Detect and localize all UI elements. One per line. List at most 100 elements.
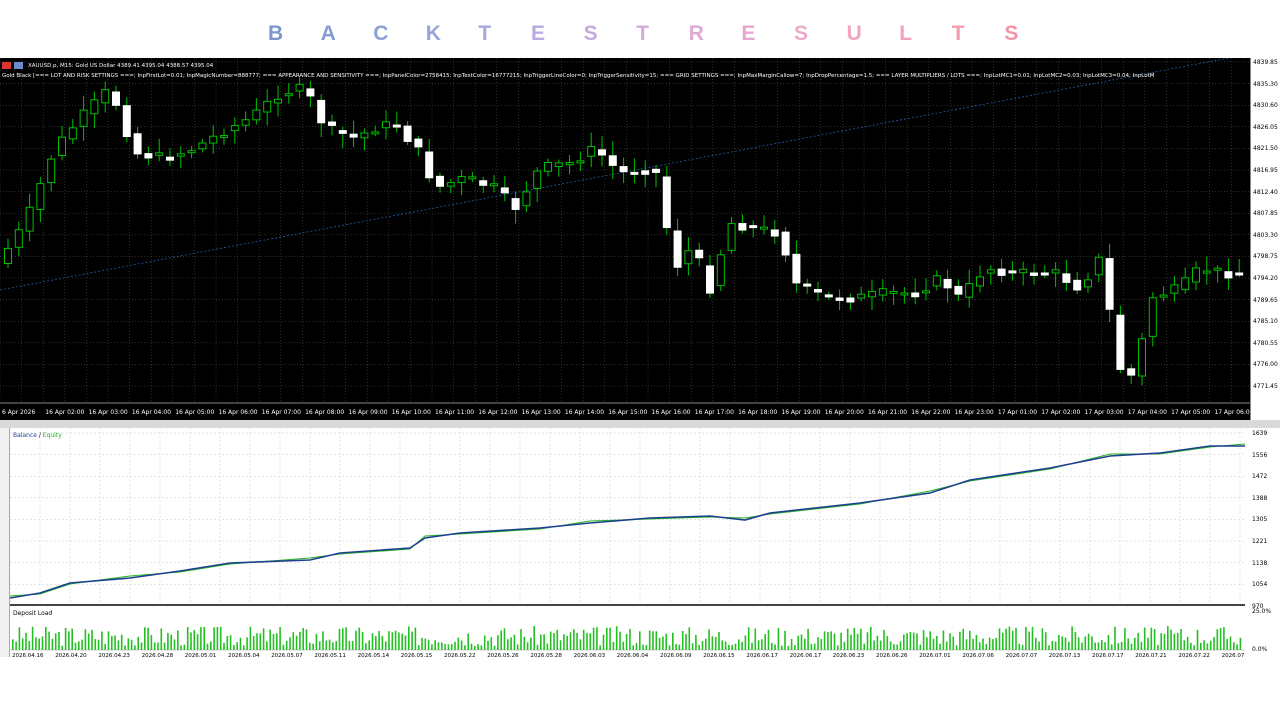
deposit-load-bar	[530, 637, 532, 650]
candle-body	[198, 142, 207, 150]
deposit-load-bar	[840, 632, 842, 650]
date-label: 2026.07.17	[1092, 653, 1124, 657]
deposit-load-bar	[672, 632, 674, 650]
date-label: 2026.06.17	[746, 653, 778, 657]
candle-body	[457, 175, 466, 183]
title-letter: S	[1004, 22, 1019, 45]
deposit-load-bar	[1120, 641, 1123, 650]
date-label: 2026.07.01	[919, 653, 951, 657]
candle-body	[295, 83, 304, 92]
candle-body	[619, 166, 628, 173]
deposit-load-bar	[1101, 639, 1103, 650]
deposit-scale-label: 0.0%	[1252, 646, 1268, 653]
deposit-load-bar	[807, 628, 809, 650]
deposit-load-bar	[381, 636, 384, 650]
deposit-load-bar	[94, 639, 97, 650]
candle-body	[824, 294, 833, 298]
candle-body	[425, 151, 434, 179]
deposit-load-bar	[596, 627, 598, 650]
price-chart[interactable]: 6 Apr 2026 16 Apr 02:00 16 Apr 03:00 16 Apr…	[0, 58, 1250, 420]
deposit-load-bar	[163, 642, 166, 650]
deposit-load-bar	[830, 631, 832, 650]
date-label: 2026.07.13	[1049, 653, 1081, 657]
deposit-load-bar	[708, 629, 710, 650]
deposit-load-bar	[711, 636, 714, 650]
candle-body	[58, 136, 66, 156]
price-scale[interactable]: 4839.85 4835.30 4830.60 4826.05 4821.50 4816.…	[1250, 58, 1280, 420]
candle-body	[986, 269, 995, 274]
deposit-load-bar	[437, 642, 440, 650]
date-label: 2026.07.22	[1178, 653, 1210, 657]
date-label: 2026.04.20	[55, 653, 87, 657]
candle-body	[68, 127, 77, 140]
title-letter: S	[794, 22, 809, 45]
deposit-load-bar	[1203, 640, 1205, 650]
deposit-load-bar	[31, 626, 34, 650]
deposit-load-bar	[589, 633, 592, 650]
deposit-load-bar	[1104, 642, 1106, 650]
deposit-load-bar	[1160, 633, 1162, 650]
panel-separator[interactable]	[0, 420, 1280, 428]
candle-body	[241, 119, 250, 126]
deposit-load-bar	[1170, 629, 1172, 650]
deposit-load-bar	[794, 645, 796, 650]
deposit-load-bar	[1216, 629, 1219, 650]
candle-body	[533, 170, 542, 189]
deposit-load-bar	[371, 633, 374, 650]
tester-side-tab[interactable]	[0, 428, 10, 657]
deposit-load-bar	[272, 634, 275, 650]
deposit-load-bar	[210, 641, 212, 650]
candle-body	[112, 91, 120, 106]
deposit-load-bar	[444, 644, 446, 650]
deposit-load-bar	[1097, 642, 1100, 650]
deposit-load-bar	[219, 626, 222, 650]
candle-body	[943, 278, 952, 289]
candle-body	[176, 153, 185, 157]
deposit-load-bar	[150, 634, 153, 650]
deposit-load-bar	[675, 644, 677, 650]
candle-body	[187, 150, 196, 154]
candle-body	[14, 229, 23, 248]
title-letter: L	[899, 22, 913, 45]
title-letter: A	[320, 22, 336, 45]
title-letter: B	[268, 22, 284, 45]
time-label: 16 Apr 17:00	[695, 409, 734, 416]
deposit-load-bar	[837, 645, 839, 650]
deposit-load-bar	[1110, 644, 1113, 650]
candle-body	[554, 162, 563, 168]
deposit-load-bar	[249, 626, 252, 650]
deposit-load-bar	[345, 627, 347, 650]
candle-body	[760, 226, 768, 230]
time-label: 16 Apr 12:00	[478, 409, 517, 416]
deposit-load-bar	[239, 637, 242, 650]
deposit-load-bar	[54, 633, 57, 650]
candle-body	[544, 161, 552, 172]
deposit-load-bar	[929, 631, 931, 650]
deposit-load-bar	[602, 634, 605, 650]
price-label: 4798.75	[1253, 253, 1278, 261]
deposit-load-bar	[474, 645, 476, 650]
deposit-load-bar	[259, 633, 262, 650]
deposit-load-bar	[1176, 632, 1179, 650]
deposit-load-bar	[252, 636, 255, 650]
deposit-load-bar	[955, 645, 958, 650]
deposit-load-bar	[1124, 628, 1126, 650]
price-label: 4812.40	[1253, 188, 1278, 196]
deposit-load-bar	[945, 641, 948, 650]
deposit-load-bar	[972, 638, 974, 650]
deposit-load-bar	[863, 643, 865, 650]
deposit-load-bar	[1193, 645, 1195, 650]
deposit-load-bar	[510, 637, 512, 650]
deposit-load-bar	[1140, 641, 1143, 650]
candle-body	[155, 152, 164, 156]
deposit-load-bar	[1209, 640, 1212, 650]
date-label: 2026.06.15	[703, 653, 735, 657]
deposit-load-bar	[160, 628, 163, 650]
candle-body	[1127, 368, 1136, 376]
deposit-load-bar	[744, 635, 747, 650]
deposit-load-bar	[523, 636, 526, 650]
deposit-load-bar	[427, 639, 430, 650]
deposit-load-bar	[850, 634, 852, 650]
deposit-load-bar	[1077, 637, 1080, 650]
candle-body	[468, 176, 477, 180]
